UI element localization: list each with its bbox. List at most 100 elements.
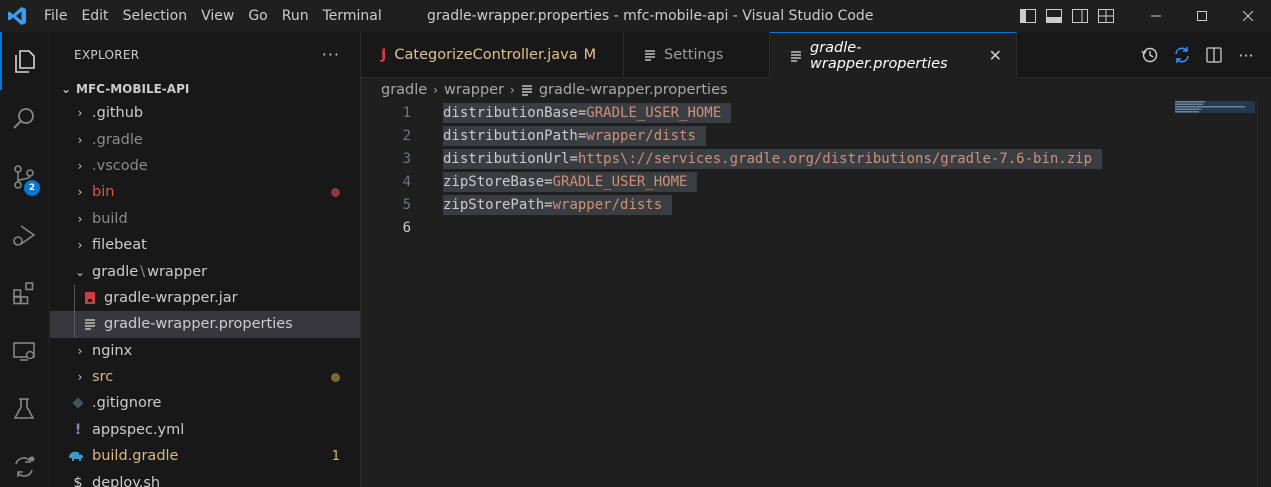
tree-item-filebeat[interactable]: › filebeat [50,232,360,258]
menu-go[interactable]: Go [241,0,274,32]
workspace-root[interactable]: ⌄ MFC-MOBILE-API [50,78,360,100]
tree-item-deploy-sh[interactable]: $ deploy.sh [50,469,360,487]
chevron-right-icon: › [77,158,83,173]
tree-item-gitignore[interactable]: .gitignore [50,390,360,416]
toggle-primary-sidebar-icon[interactable] [1015,0,1041,32]
tree-item-gradle-cache[interactable]: › .gradle [50,126,360,152]
code-line[interactable]: 4 zipStoreBase=GRADLE_USER_HOME [361,170,1271,193]
modified-indicator: M [583,47,597,63]
source-control-icon[interactable]: 2 [0,148,48,206]
tree-item-build-gradle[interactable]: build.gradle 1 [50,443,360,469]
tree-item-label: src [92,369,114,386]
code-editor[interactable]: 1 distributionBase=GRADLE_USER_HOME 2 di… [361,101,1271,487]
remote-explorer-icon[interactable] [0,322,48,380]
yaml-file-icon: ! [74,421,82,438]
property-value: https\://services.gradle.org/distributio… [577,150,1093,167]
maximize-icon[interactable] [1179,0,1225,32]
properties-file-icon [82,318,98,331]
minimize-icon[interactable] [1133,0,1179,32]
property-equals: = [544,173,553,190]
code-line[interactable]: 3 distributionUrl=https\://services.grad… [361,147,1271,170]
git-status-dot [331,187,340,197]
tab-label: Settings [664,47,724,63]
toggle-secondary-sidebar-icon[interactable] [1067,0,1093,32]
gradle-elephant-icon [66,450,86,462]
shell-file-icon: $ [73,474,83,487]
tree-item-gradle-wrapper-jar[interactable]: gradle-wrapper.jar [50,284,360,312]
timeline-history-icon[interactable] [1139,44,1161,66]
menu-edit[interactable]: Edit [74,0,115,32]
tab-gradle-wrapper-properties[interactable]: gradle-wrapper.properties ✕ [770,32,1017,78]
extensions-icon[interactable] [0,264,48,322]
breadcrumb-item[interactable]: gradle-wrapper.properties [539,82,728,98]
line-number: 6 [402,219,411,236]
scm-badge: 2 [24,180,40,196]
tree-item-label: build.gradle [92,448,179,465]
code-line[interactable]: 1 distributionBase=GRADLE_USER_HOME [361,101,1271,124]
more-actions-icon[interactable]: ··· [1235,44,1257,66]
tree-item-label-secondary: wrapper [147,263,208,280]
tree-item-gradle-wrapper[interactable]: ⌄ gradle \ wrapper [50,258,360,284]
code-line[interactable]: 2 distributionPath=wrapper/dists [361,124,1271,147]
run-debug-icon[interactable] [0,206,48,264]
chevron-right-icon: › [77,370,83,385]
menu-file[interactable]: File [37,0,74,32]
property-key: distributionUrl [443,150,570,167]
chevron-down-icon: ⌄ [74,264,86,279]
problem-count: 1 [331,448,340,464]
tree-item-github[interactable]: › .github [50,100,360,126]
breadcrumb: gradle › wrapper › gradle-wrapper.proper… [361,78,1271,101]
tree-item-label: gradle-wrapper.jar [104,289,238,306]
line-number: 3 [402,150,411,167]
property-value: wrapper/dists [586,127,696,144]
toggle-panel-icon[interactable] [1041,0,1067,32]
menu-terminal[interactable]: Terminal [316,0,389,32]
minimap[interactable] [1175,101,1255,113]
property-key: zipStorePath [443,196,545,213]
chevron-right-icon: › [433,82,439,97]
tree-item-label: build [92,210,128,227]
tree-item-label: gradle-wrapper.properties [104,316,293,333]
tree-item-label: deploy.sh [92,474,161,487]
tree-item-gradle-wrapper-properties[interactable]: gradle-wrapper.properties [50,311,360,338]
vertical-scrollbar[interactable] [1257,101,1271,487]
split-editor-icon[interactable] [1203,44,1225,66]
line-number: 4 [402,173,411,190]
breadcrumb-item[interactable]: gradle [381,82,427,98]
tree-item-build[interactable]: › build [50,206,360,232]
breadcrumb-item[interactable]: wrapper [444,82,504,98]
chevron-right-icon: › [77,343,83,358]
menu-run[interactable]: Run [275,0,316,32]
tree-item-nginx[interactable]: › nginx [50,338,360,364]
tree-item-label: nginx [92,342,133,359]
menu-view[interactable]: View [194,0,241,32]
tree-item-label: .vscode [92,157,148,174]
testing-icon[interactable] [0,380,48,438]
code-line[interactable]: 5 zipStorePath=wrapper/dists [361,193,1271,216]
property-key: distributionBase [443,104,578,121]
tree-item-vscode[interactable]: › .vscode [50,153,360,179]
open-changes-icon[interactable] [1171,44,1193,66]
vscode-logo-icon [5,4,29,28]
tree-item-src[interactable]: › src [50,364,360,390]
title-bar: File Edit Selection View Go Run Terminal… [0,0,1271,32]
close-window-icon[interactable] [1225,0,1271,32]
menu-selection[interactable]: Selection [116,0,195,32]
customize-layout-icon[interactable] [1093,0,1119,32]
tree-item-label: bin [92,184,115,201]
chevron-right-icon: › [510,82,515,97]
indent-guide [74,311,75,338]
chevron-right-icon: › [77,106,83,121]
search-icon[interactable] [0,90,48,148]
explorer-icon[interactable] [0,32,48,90]
tab-categorize-controller[interactable]: J CategorizeController.java M [361,32,624,78]
close-tab-icon[interactable]: ✕ [989,46,1002,65]
tree-item-appspec[interactable]: ! appspec.yml [50,417,360,443]
more-actions-icon[interactable]: ··· [322,45,340,64]
chevron-right-icon: › [77,132,83,147]
git-diff-icon[interactable] [0,438,48,487]
tab-settings[interactable]: Settings [624,32,770,78]
code-line-current[interactable]: 6 [361,216,1271,239]
line-number: 1 [402,104,411,121]
tree-item-bin[interactable]: › bin [50,179,360,205]
